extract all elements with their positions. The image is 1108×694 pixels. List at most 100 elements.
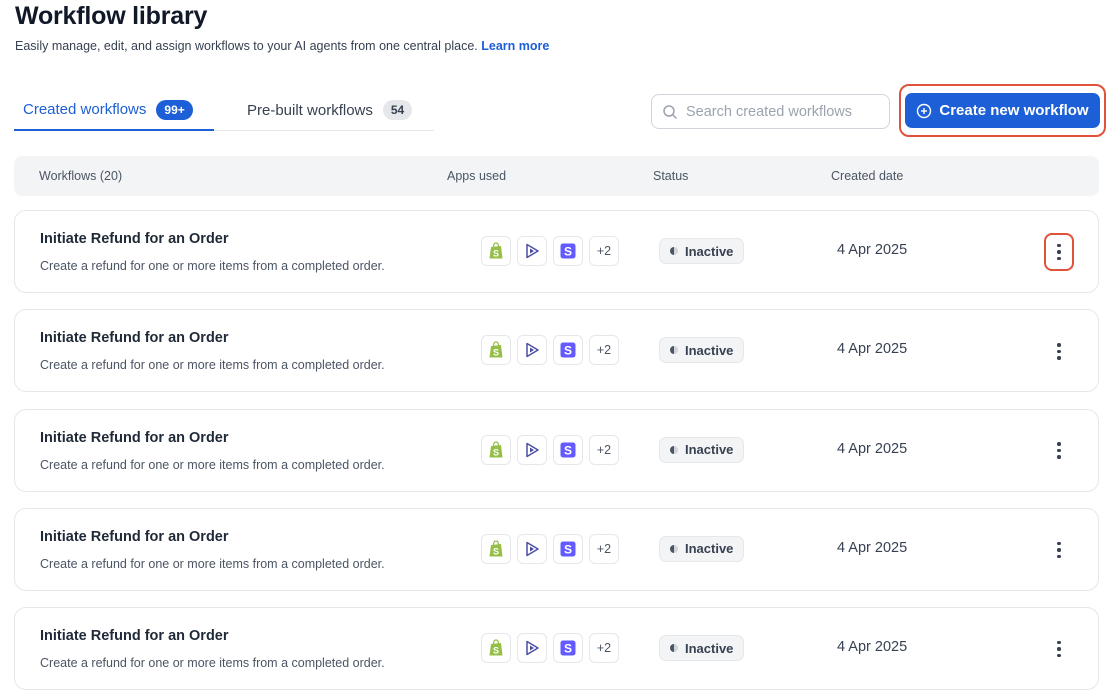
svg-text:S: S [564,443,572,457]
apps-used: S S +2 [481,533,619,564]
created-date: 4 Apr 2025 [837,539,908,556]
svg-text:S: S [564,642,572,656]
tab-prebuilt-workflows[interactable]: Pre-built workflows 54 [247,90,413,130]
stripe-icon: S [553,533,583,564]
workflow-description: Create a refund for one or more items fr… [40,656,385,671]
search-input[interactable] [686,103,876,120]
created-date: 4 Apr 2025 [837,639,908,656]
tab-label: Pre-built workflows [247,101,373,119]
status-badge: Inactive [659,535,745,562]
more-apps-count: +2 [589,434,619,465]
stripe-icon: S [553,335,583,366]
play-icon [517,434,547,465]
create-workflow-label: Create new workflow [939,102,1089,119]
column-header-workflows: Workflows (20) [39,169,123,183]
workflow-description: Create a refund for one or more items fr… [40,457,385,472]
apps-used: S S +2 [481,633,619,664]
stripe-icon: S [553,633,583,664]
shopify-icon: S [481,434,511,465]
apps-used: S S +2 [481,236,619,266]
svg-text:S: S [493,546,499,556]
create-workflow-button[interactable]: Create new workflow [905,93,1100,128]
status-label: Inactive [685,442,734,458]
svg-text:S: S [493,447,499,457]
workflow-description: Create a refund for one or more items fr… [40,556,385,571]
status-label: Inactive [685,640,734,656]
shopify-icon: S [481,533,511,564]
workflow-title: Initiate Refund for an Order [40,528,229,545]
tab-label: Created workflows [23,101,147,118]
more-apps-count: +2 [589,633,619,664]
more-apps-count: +2 [589,236,619,266]
kebab-menu-icon [1057,442,1061,459]
workflow-title: Initiate Refund for an Order [40,231,229,247]
kebab-menu-icon [1057,243,1061,261]
play-icon [517,633,547,664]
shopify-icon: S [481,633,511,664]
more-options-button[interactable] [1044,531,1074,569]
workflow-description: Create a refund for one or more items fr… [40,259,385,273]
count-badge: 54 [382,100,413,120]
subtitle-text: Easily manage, edit, and assign workflow… [15,39,478,53]
stripe-icon: S [553,434,583,465]
workflow-row[interactable]: Initiate Refund for an Order Create a re… [14,210,1099,293]
apps-used: S S +2 [481,335,619,366]
status-label: Inactive [685,342,734,358]
svg-text:S: S [493,348,499,358]
svg-text:S: S [493,249,499,259]
status-badge: Inactive [659,337,745,364]
column-header-apps: Apps used [447,169,507,183]
play-icon [517,335,547,366]
created-date: 4 Apr 2025 [837,242,908,258]
stripe-icon: S [553,236,583,266]
search-icon [663,104,677,119]
workflow-tabs: Created workflows 99+ Pre-built workflow… [14,90,434,131]
more-options-button[interactable] [1044,233,1074,271]
status-dot-icon [670,644,678,653]
page-title: Workflow library [15,2,208,30]
more-options-button[interactable] [1044,432,1074,470]
column-header-date: Created date [831,169,904,183]
status-label: Inactive [685,541,734,557]
workflow-row[interactable]: Initiate Refund for an Order Create a re… [14,408,1099,492]
kebab-menu-icon [1057,343,1061,360]
status-dot-icon [670,247,678,255]
workflow-row[interactable]: Initiate Refund for an Order Create a re… [14,507,1099,591]
more-options-button[interactable] [1044,630,1074,668]
svg-text:S: S [564,344,572,358]
play-icon [517,533,547,564]
table-header: Workflows (20) Apps used Status Created … [14,156,1099,196]
status-badge: Inactive [659,635,745,662]
status-badge: Inactive [659,238,745,264]
status-dot-icon [670,445,678,454]
status-dot-icon [670,346,678,355]
svg-text:S: S [564,245,572,259]
workflow-title: Initiate Refund for an Order [40,429,229,446]
apps-used: S S +2 [481,434,619,465]
workflow-title: Initiate Refund for an Order [40,628,229,645]
svg-text:S: S [564,542,572,556]
learn-more-link[interactable]: Learn more [481,39,549,53]
shopify-icon: S [481,335,511,366]
search-box[interactable] [651,94,890,129]
status-dot-icon [670,544,678,553]
more-apps-count: +2 [589,335,619,366]
created-date: 4 Apr 2025 [837,341,908,358]
workflow-description: Create a refund for one or more items fr… [40,358,385,373]
tab-created-workflows[interactable]: Created workflows 99+ [14,90,214,131]
plus-circle-icon [917,103,932,118]
status-badge: Inactive [659,436,745,463]
workflow-row[interactable]: Initiate Refund for an Order Create a re… [14,607,1099,691]
svg-text:S: S [493,646,499,656]
page-subtitle: Easily manage, edit, and assign workflow… [15,39,549,53]
more-apps-count: +2 [589,533,619,564]
created-date: 4 Apr 2025 [837,440,908,457]
workflow-row[interactable]: Initiate Refund for an Order Create a re… [14,309,1099,393]
status-label: Inactive [685,243,734,259]
count-badge: 99+ [156,99,193,120]
kebab-menu-icon [1057,541,1061,559]
kebab-menu-icon [1057,640,1061,658]
workflow-title: Initiate Refund for an Order [40,330,229,347]
shopify-icon: S [481,236,511,266]
more-options-button[interactable] [1044,332,1074,370]
